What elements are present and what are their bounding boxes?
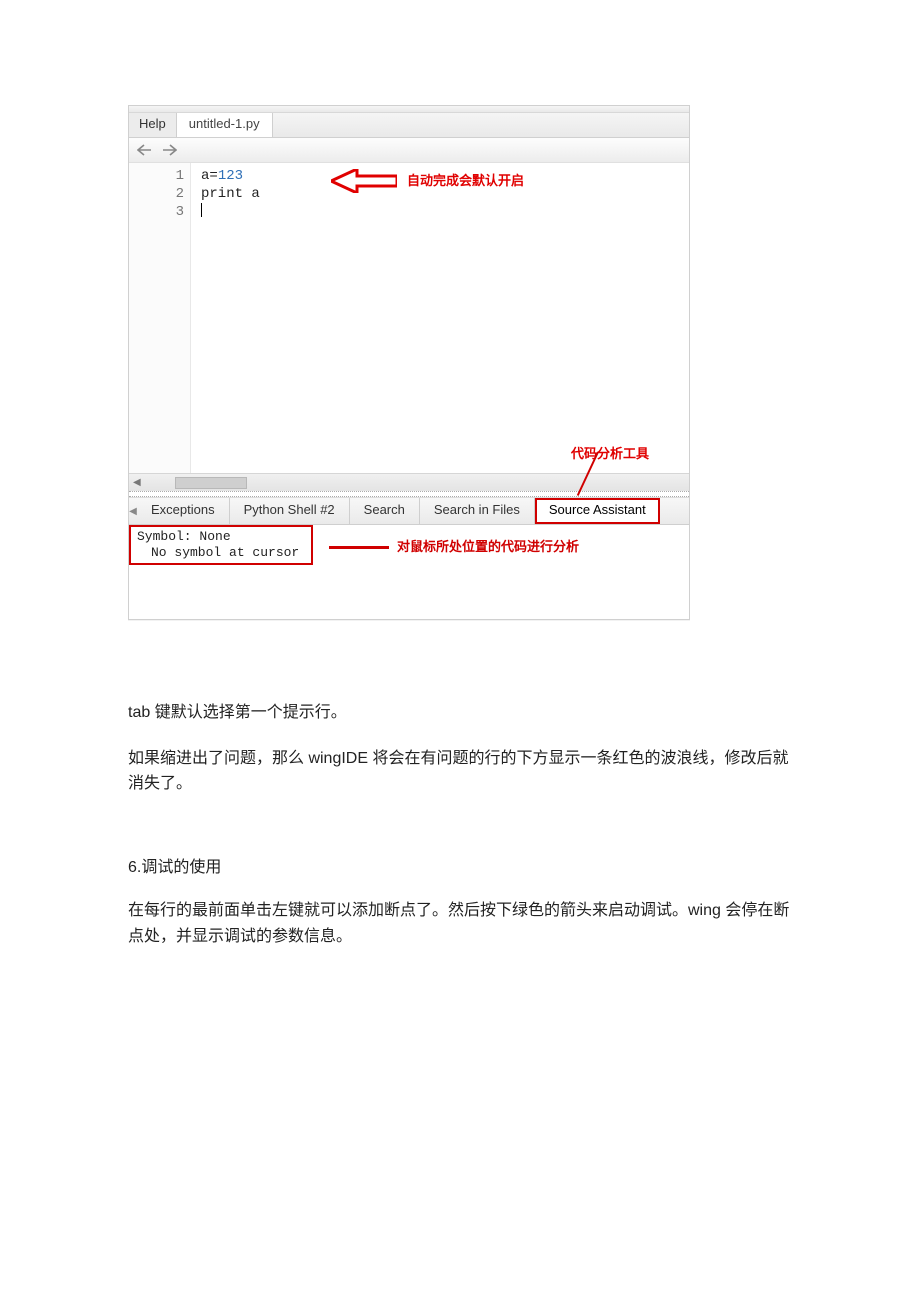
window-top-strip: [129, 106, 689, 113]
editor-area[interactable]: 1 2 3 a=123 print a 自动完成会默认开启 代码分析工具: [129, 163, 689, 473]
nav-bar: [129, 138, 689, 163]
panel-divider[interactable]: [129, 491, 689, 497]
tab-source-assistant[interactable]: Source Assistant: [535, 498, 660, 524]
annotation-code-analysis: 代码分析工具: [571, 445, 649, 463]
line-number: 1: [129, 167, 184, 185]
line-number: 2: [129, 185, 184, 203]
line-number: 3: [129, 203, 184, 221]
tab-search[interactable]: Search: [350, 498, 420, 524]
scroll-thumb[interactable]: [175, 477, 247, 489]
section-heading: 6.调试的使用: [128, 855, 792, 881]
ide-screenshot: Help untitled-1.py 1 2 3 a=123 print a: [128, 105, 690, 620]
annotation-dash: [329, 546, 389, 549]
scroll-left-icon[interactable]: ◀: [133, 477, 141, 488]
line-gutter: 1 2 3: [129, 163, 191, 473]
file-tab[interactable]: untitled-1.py: [177, 113, 273, 137]
tab-scroll-left-icon[interactable]: ◀: [129, 498, 137, 524]
text-cursor: [201, 203, 202, 217]
menu-bar: Help untitled-1.py: [129, 113, 689, 138]
annotation-autocomplete: 自动完成会默认开启: [331, 169, 524, 193]
code-content[interactable]: a=123 print a 自动完成会默认开启 代码分析工具: [191, 163, 689, 473]
paragraph: tab 键默认选择第一个提示行。: [128, 700, 792, 726]
annotation-text: 自动完成会默认开启: [407, 172, 524, 190]
source-assistant-panel: Symbol: None No symbol at cursor 对鼠标所处位置…: [129, 525, 689, 619]
tab-python-shell[interactable]: Python Shell #2: [230, 498, 350, 524]
paragraph: 在每行的最前面单击左键就可以添加断点了。然后按下绿色的箭头来启动调试。wing …: [128, 898, 792, 949]
nav-back-icon[interactable]: [137, 144, 151, 156]
help-menu[interactable]: Help: [129, 113, 177, 137]
annotation-cursor-analysis: 对鼠标所处位置的代码进行分析: [329, 539, 579, 555]
annotation-text: 对鼠标所处位置的代码进行分析: [397, 539, 579, 555]
paragraph: 如果缩进出了问题，那么 wingIDE 将会在有问题的行的下方显示一条红色的波浪…: [128, 746, 792, 797]
tab-search-in-files[interactable]: Search in Files: [420, 498, 535, 524]
code-line: [201, 203, 689, 221]
arrow-left-icon: [331, 169, 397, 193]
bottom-tabs: ◀ Exceptions Python Shell #2 Search Sear…: [129, 497, 689, 525]
editor-scrollbar[interactable]: ◀: [129, 473, 689, 491]
tab-exceptions[interactable]: Exceptions: [137, 498, 230, 524]
document-body: tab 键默认选择第一个提示行。 如果缩进出了问题，那么 wingIDE 将会在…: [128, 700, 792, 950]
nav-forward-icon[interactable]: [163, 144, 177, 156]
